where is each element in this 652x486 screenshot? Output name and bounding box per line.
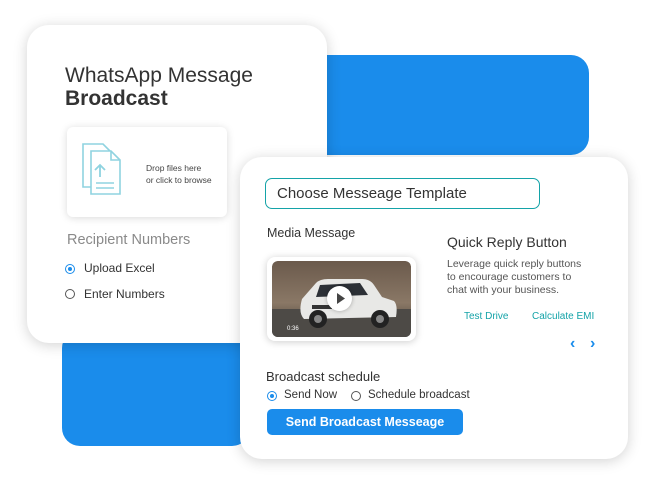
- file-upload-icon: [82, 143, 121, 195]
- test-drive-button[interactable]: Test Drive: [464, 311, 508, 322]
- send-now-label[interactable]: Send Now: [284, 389, 337, 401]
- decorative-blue-block-bottom: [62, 330, 250, 446]
- enter-numbers-label[interactable]: Enter Numbers: [84, 287, 165, 301]
- file-dropzone[interactable]: Drop files here or click to browse: [67, 127, 227, 217]
- schedule-broadcast-label[interactable]: Schedule broadcast: [368, 389, 470, 401]
- quick-reply-description-line3: chat with your business.: [447, 284, 560, 296]
- dropzone-text-line1: Drop files here: [146, 163, 202, 173]
- upload-excel-radio[interactable]: [65, 264, 75, 274]
- chevron-right-icon[interactable]: ›: [590, 335, 595, 353]
- chevron-left-icon[interactable]: ‹: [570, 335, 575, 353]
- upload-excel-label[interactable]: Upload Excel: [84, 261, 155, 275]
- quick-reply-heading: Quick Reply Button: [447, 234, 567, 250]
- template-select-label: Choose Messeage Template: [277, 185, 467, 202]
- video-timestamp: 0:36: [287, 326, 299, 332]
- card-title-line1: WhatsApp Message: [65, 64, 253, 87]
- send-now-radio[interactable]: [267, 391, 277, 401]
- quick-reply-description-line1: Leverage quick reply buttons: [447, 258, 582, 270]
- dropzone-text-line2: or click to browse: [146, 175, 212, 185]
- broadcast-card: Choose Messeage Template Media Message 0…: [240, 157, 628, 459]
- schedule-broadcast-radio[interactable]: [351, 391, 361, 401]
- send-broadcast-button[interactable]: Send Broadcast Messeage: [267, 409, 463, 435]
- play-icon: [337, 293, 345, 304]
- calculate-emi-button[interactable]: Calculate EMI: [532, 311, 594, 322]
- broadcast-schedule-heading: Broadcast schedule: [266, 369, 381, 384]
- card-title-line2: Broadcast: [65, 87, 168, 110]
- template-select[interactable]: Choose Messeage Template: [265, 178, 540, 209]
- media-message-heading: Media Message: [267, 226, 356, 240]
- quick-reply-description-line2: to encourage customers to: [447, 271, 572, 283]
- send-broadcast-button-label: Send Broadcast Messeage: [285, 415, 445, 429]
- play-button[interactable]: [327, 286, 352, 311]
- decorative-blue-block-right: [302, 55, 589, 155]
- video-thumbnail[interactable]: 0:36: [267, 257, 416, 341]
- enter-numbers-radio[interactable]: [65, 289, 75, 299]
- recipient-numbers-heading: Recipient Numbers: [67, 232, 191, 248]
